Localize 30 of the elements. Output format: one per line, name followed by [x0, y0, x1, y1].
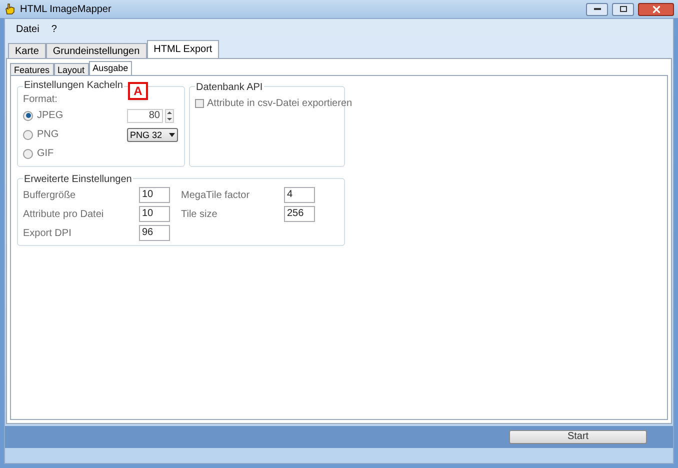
window-title: HTML ImageMapper — [20, 2, 112, 16]
png-type-dropdown[interactable]: PNG 32 — [127, 128, 178, 142]
radio-label: GIF — [37, 148, 55, 160]
format-label: Format: — [23, 94, 58, 105]
field-label: Tile size — [181, 208, 218, 222]
tab[interactable]: Ausgabe — [88, 61, 132, 75]
tab[interactable]: Layout — [54, 63, 89, 75]
radio-label: JPEG — [37, 110, 64, 122]
tab[interactable]: Features — [10, 63, 54, 75]
text-field[interactable]: 4 — [284, 187, 315, 203]
menu-item[interactable]: ? — [51, 22, 57, 36]
group-title: Einstellungen Kacheln — [23, 80, 124, 92]
field-label: Buffergröße — [23, 188, 77, 202]
tab[interactable]: HTML Export — [146, 40, 220, 58]
radio-label: PNG — [37, 128, 60, 140]
start-button[interactable]: Start — [509, 430, 647, 444]
group-title: Erweiterte Einstellungen — [23, 172, 133, 187]
text-field[interactable]: 10 — [139, 206, 170, 222]
tab[interactable]: Karte — [8, 43, 46, 58]
text-field[interactable]: 96 — [139, 225, 170, 241]
field-label: Export DPI — [23, 226, 72, 240]
menu-item[interactable]: Datei — [16, 22, 40, 36]
field-label: MegaTile factor — [181, 188, 251, 202]
annotation-badge: A — [128, 82, 148, 100]
quality-field[interactable]: 80 — [127, 108, 163, 122]
text-field[interactable]: 256 — [284, 206, 315, 222]
text-field[interactable]: 10 — [139, 187, 170, 203]
tab[interactable]: Grundeinstellungen — [46, 43, 147, 58]
checkbox-label: Attribute in csv-Datei exportieren — [207, 97, 352, 111]
field-label: Attribute pro Datei — [23, 208, 105, 222]
